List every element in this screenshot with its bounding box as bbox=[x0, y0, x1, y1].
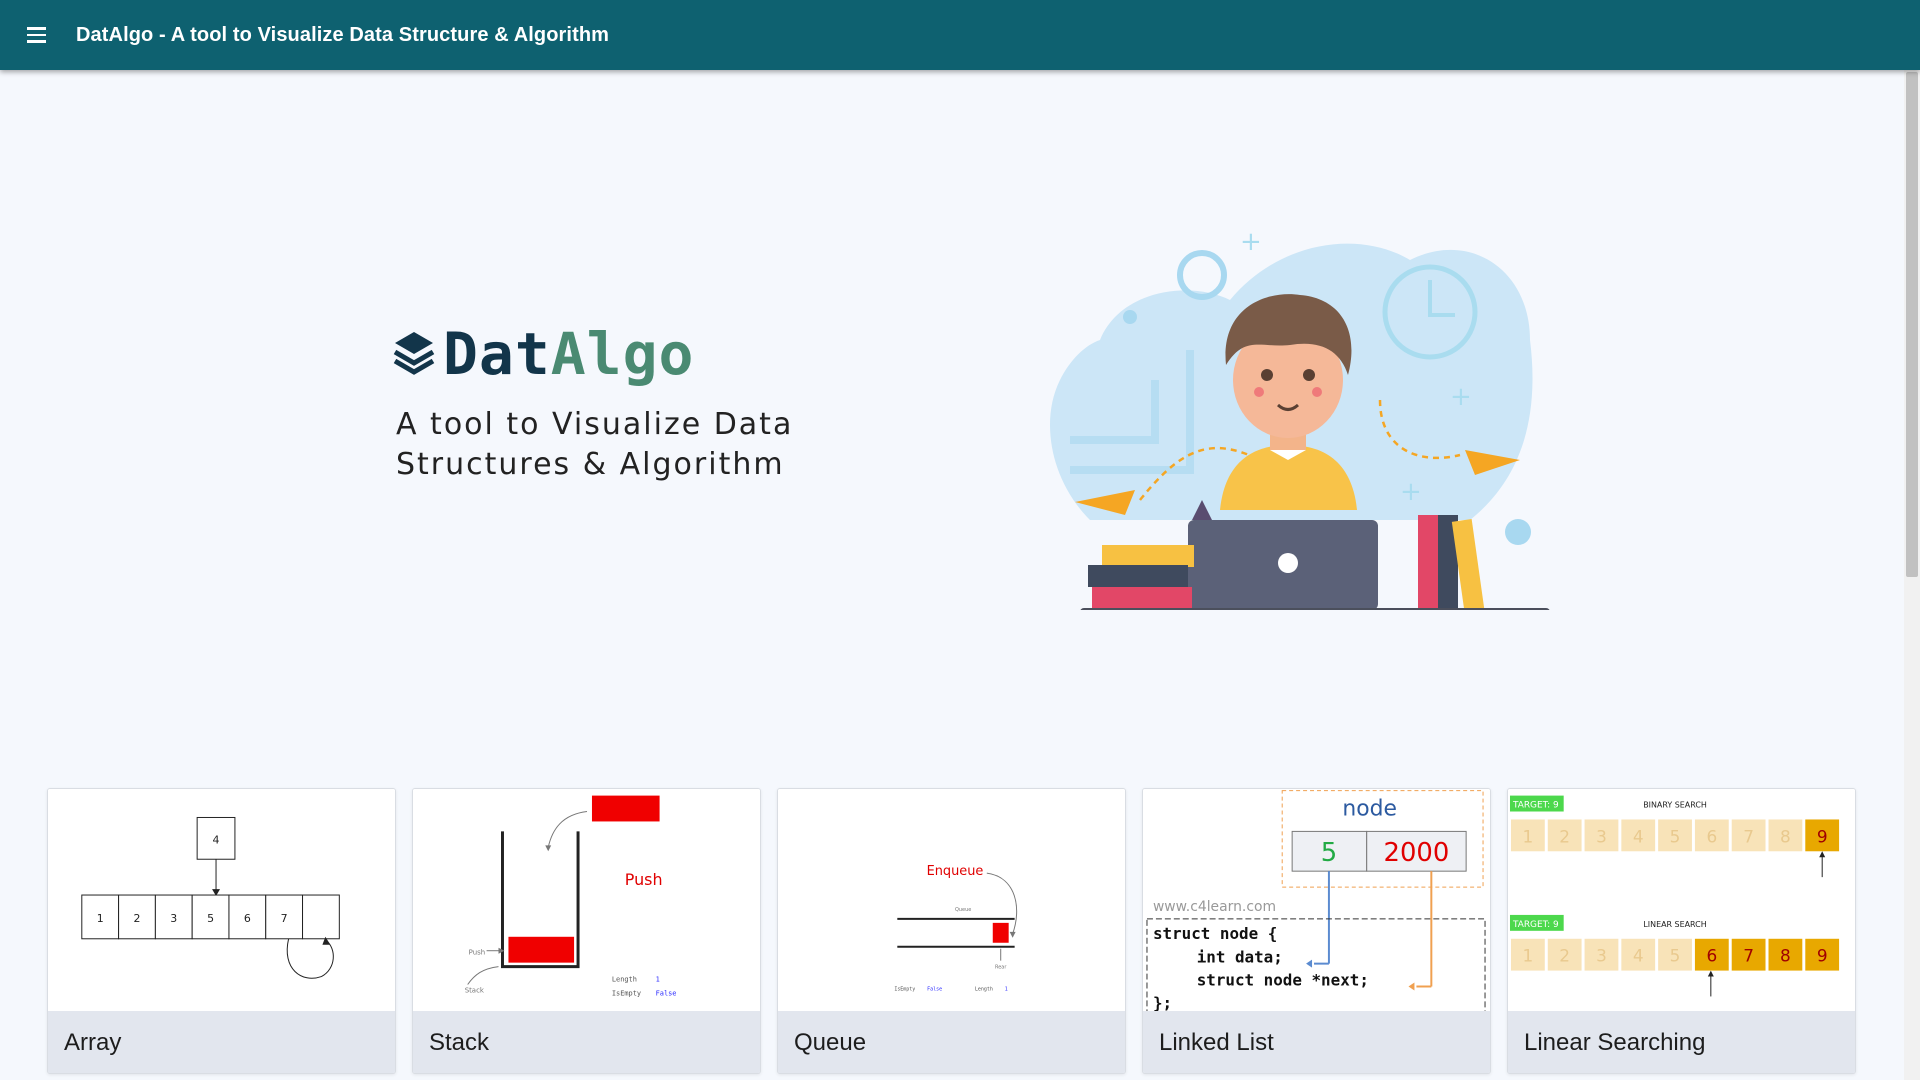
card-array[interactable]: 4 1 2 3 5 6 7 Array bbox=[47, 788, 396, 1074]
card-title: Linear Searching bbox=[1508, 1011, 1855, 1073]
queue-rear-label: Rear bbox=[995, 965, 1007, 971]
node-next-value: 2000 bbox=[1384, 838, 1450, 868]
array-cell-value: 3 bbox=[170, 912, 177, 925]
linked-list-preview-image: node 5 2000 www.c4learn.com struct node … bbox=[1143, 789, 1490, 1011]
brand-dat: Dat bbox=[443, 320, 551, 388]
search-cell-value: 4 bbox=[1633, 946, 1644, 966]
array-cell-value: 7 bbox=[281, 912, 288, 925]
search-cell-value: 3 bbox=[1596, 946, 1607, 966]
tagline-line-1: A tool to Visualize Data bbox=[396, 407, 794, 442]
array-cell-value: 5 bbox=[207, 912, 214, 925]
linear-search-title: LINEAR SEARCH bbox=[1643, 920, 1706, 929]
queue-empty-val: False bbox=[927, 986, 942, 992]
search-cell-value: 8 bbox=[1780, 946, 1791, 966]
array-pointer-value: 4 bbox=[213, 833, 220, 846]
app-bar: DatAlgo - A tool to Visualize Data Struc… bbox=[0, 0, 1920, 70]
search-cell-value: 1 bbox=[1523, 946, 1534, 966]
queue-length-key: Length bbox=[975, 986, 993, 992]
layers-icon bbox=[393, 332, 435, 375]
queue-enqueue-label: Enqueue bbox=[927, 864, 984, 879]
menu-icon[interactable] bbox=[22, 20, 52, 50]
search-cell-value: 9 bbox=[1817, 946, 1828, 966]
data-structure-cards: 4 1 2 3 5 6 7 Array Push Push Stack Length 1 … bbox=[47, 788, 1856, 1074]
search-cell-value: 7 bbox=[1743, 946, 1754, 966]
stack-base-label: Stack bbox=[465, 986, 484, 994]
code-line-3: struct node *next; bbox=[1197, 971, 1369, 990]
search-cell-value: 2 bbox=[1559, 826, 1570, 846]
code-line-2: int data; bbox=[1197, 948, 1283, 967]
brand-algo: Algo bbox=[550, 320, 695, 388]
search-cell-value: 4 bbox=[1633, 826, 1644, 846]
tagline: A tool to Visualize Data Structures & Al… bbox=[396, 405, 816, 485]
search-cell-value: 9 bbox=[1817, 826, 1828, 846]
search-cell-value: 6 bbox=[1706, 946, 1717, 966]
svg-text:+: + bbox=[1450, 382, 1472, 412]
array-cell-value: 6 bbox=[244, 912, 251, 925]
search-cell-value: 6 bbox=[1706, 826, 1717, 846]
card-title: Array bbox=[48, 1011, 395, 1073]
array-cells: 1 2 3 5 6 7 bbox=[81, 894, 340, 940]
search-cell-value: 3 bbox=[1596, 826, 1607, 846]
binary-search-row: 1 2 3 4 5 6 7 8 9 bbox=[1510, 819, 1840, 852]
node-data-value: 5 bbox=[1321, 838, 1337, 868]
search-cell-value: 5 bbox=[1670, 946, 1681, 966]
tagline-line-2: Structures & Algorithm bbox=[396, 447, 785, 482]
search-cell-value: 5 bbox=[1670, 826, 1681, 846]
card-linear-searching[interactable]: TARGET: 9 BINARY SEARCH 1 2 3 4 5 6 7 8 9 TARGET… bbox=[1507, 788, 1856, 1074]
searching-preview-image: TARGET: 9 BINARY SEARCH 1 2 3 4 5 6 7 8 9 TARGET… bbox=[1508, 789, 1855, 1011]
stack-push-pointer: Push bbox=[469, 949, 485, 957]
stack-length-key: Length bbox=[612, 976, 637, 984]
svg-text:+: + bbox=[1240, 227, 1262, 257]
binary-target-label: TARGET: 9 bbox=[1512, 801, 1559, 811]
linear-search-row: 1 2 3 4 5 6 7 8 9 bbox=[1510, 938, 1840, 971]
node-label: node bbox=[1342, 796, 1397, 821]
search-cell-value: 7 bbox=[1743, 826, 1754, 846]
queue-length-val: 1 bbox=[1005, 986, 1008, 992]
code-line-4: }; bbox=[1153, 993, 1172, 1011]
student-with-laptop-illustration: + + + bbox=[1050, 227, 1550, 610]
binary-search-title: BINARY SEARCH bbox=[1643, 801, 1707, 810]
card-linked-list[interactable]: node 5 2000 www.c4learn.com struct node … bbox=[1142, 788, 1491, 1074]
card-stack[interactable]: Push Push Stack Length 1 IsEmpty False S… bbox=[412, 788, 761, 1074]
app-title: DatAlgo - A tool to Visualize Data Struc… bbox=[76, 23, 610, 46]
array-cell bbox=[302, 894, 340, 940]
array-cell-value: 2 bbox=[134, 912, 141, 925]
linked-list-watermark: www.c4learn.com bbox=[1153, 899, 1276, 915]
queue-queue-label: Queue bbox=[955, 907, 971, 913]
array-preview-image: 4 1 2 3 5 6 7 bbox=[48, 789, 395, 1011]
brand-logo-block: DatAlgo bbox=[393, 320, 694, 388]
scrollbar-thumb[interactable] bbox=[1906, 72, 1918, 577]
card-title: Stack bbox=[413, 1011, 760, 1073]
card-title: Linked List bbox=[1143, 1011, 1490, 1073]
stack-empty-val: False bbox=[656, 989, 677, 997]
brand-wordmark: DatAlgo bbox=[443, 320, 694, 388]
svg-text:+: + bbox=[1400, 477, 1422, 507]
code-line-1: struct node { bbox=[1153, 924, 1277, 943]
stack-empty-key: IsEmpty bbox=[612, 989, 641, 997]
queue-preview-image: Enqueue Queue Rear IsEmpty False Length … bbox=[778, 789, 1125, 1011]
stack-push-label: Push bbox=[625, 870, 663, 889]
search-cell-value: 1 bbox=[1523, 826, 1534, 846]
search-cell-value: 2 bbox=[1559, 946, 1570, 966]
queue-empty-key: IsEmpty bbox=[894, 986, 915, 992]
stack-length-val: 1 bbox=[656, 976, 660, 984]
card-title: Queue bbox=[778, 1011, 1125, 1073]
array-cell-value: 1 bbox=[97, 912, 104, 925]
card-queue[interactable]: Enqueue Queue Rear IsEmpty False Length … bbox=[777, 788, 1126, 1074]
search-cell-value: 8 bbox=[1780, 826, 1791, 846]
linear-target-label: TARGET: 9 bbox=[1512, 920, 1559, 930]
stack-preview-image: Push Push Stack Length 1 IsEmpty False bbox=[413, 789, 760, 1011]
